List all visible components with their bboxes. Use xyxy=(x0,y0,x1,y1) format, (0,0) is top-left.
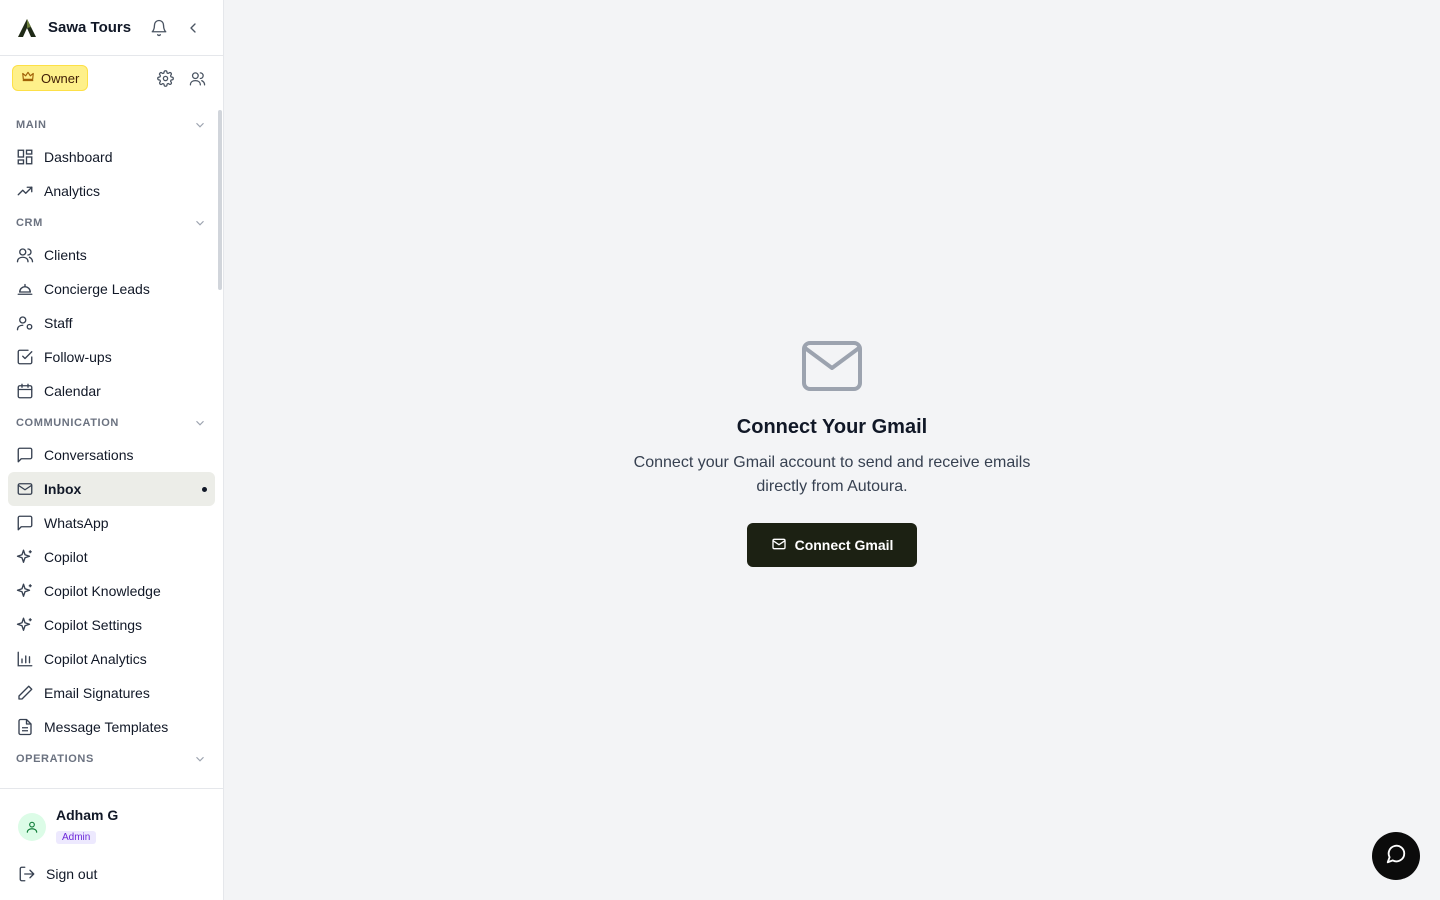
section-communication[interactable]: COMMUNICATION xyxy=(0,408,223,438)
section-crm[interactable]: CRM xyxy=(0,208,223,238)
section-operations[interactable]: OPERATIONS xyxy=(0,744,223,774)
chevron-down-icon xyxy=(196,220,204,226)
sidebar-item-copilot-settings[interactable]: Copilot Settings xyxy=(8,608,215,642)
chevron-down-icon xyxy=(196,122,204,128)
user-avatar-icon xyxy=(18,813,46,841)
dashboard-icon xyxy=(16,148,34,166)
concierge-bell-icon xyxy=(16,280,34,298)
owner-badge[interactable]: Owner xyxy=(12,65,89,91)
users-icon xyxy=(16,246,34,264)
chevron-down-icon xyxy=(196,420,204,426)
owner-label: Owner xyxy=(41,70,80,86)
user-profile[interactable]: Adham G Admin xyxy=(18,807,118,845)
chat-bubble-icon xyxy=(1385,843,1407,870)
sidebar-item-copilot[interactable]: Copilot xyxy=(8,540,215,574)
message-square-icon xyxy=(16,446,34,464)
sparkles-icon xyxy=(16,582,34,600)
sidebar: Sawa Tours Owner MAIN Dashboard Analytic… xyxy=(0,0,224,900)
connect-gmail-button[interactable]: Connect Gmail xyxy=(747,523,917,567)
sidebar-nav: MAIN Dashboard Analytics CRM Clients Con… xyxy=(0,110,223,788)
chevron-down-icon xyxy=(196,756,204,762)
mail-icon xyxy=(771,536,787,555)
brand-logo[interactable] xyxy=(16,17,38,39)
calendar-icon xyxy=(16,382,34,400)
sidebar-item-staff[interactable]: Staff xyxy=(8,306,215,340)
chevron-left-icon[interactable] xyxy=(179,14,207,42)
users-icon[interactable] xyxy=(183,64,211,92)
log-out-icon xyxy=(18,865,36,883)
sidebar-item-inbox[interactable]: Inbox xyxy=(8,472,215,506)
mail-icon xyxy=(801,340,863,392)
user-name: Adham G xyxy=(56,807,119,823)
file-text-icon xyxy=(16,718,34,736)
sidebar-item-copilot-analytics[interactable]: Copilot Analytics xyxy=(8,642,215,676)
sidebar-item-whatsapp[interactable]: WhatsApp xyxy=(8,506,215,540)
gear-icon[interactable] xyxy=(151,64,179,92)
active-indicator-dot xyxy=(202,486,207,492)
sidebar-item-analytics[interactable]: Analytics xyxy=(8,174,215,208)
main-content: Connect Your Gmail Connect your Gmail ac… xyxy=(224,0,1440,900)
empty-state-title: Connect Your Gmail xyxy=(736,416,928,438)
sidebar-item-follow-ups[interactable]: Follow-ups xyxy=(8,340,215,374)
mail-icon xyxy=(16,480,34,498)
sidebar-scrollbar[interactable] xyxy=(218,110,222,290)
sidebar-item-email-signatures[interactable]: Email Signatures xyxy=(8,676,215,710)
sidebar-item-clients[interactable]: Clients xyxy=(8,238,215,272)
crown-icon xyxy=(21,70,35,87)
user-cog-icon xyxy=(16,314,34,332)
brand-name: Sawa Tours xyxy=(48,19,132,36)
sidebar-item-dashboard[interactable]: Dashboard xyxy=(8,140,215,174)
sparkles-icon xyxy=(16,548,34,566)
sidebar-item-calendar[interactable]: Calendar xyxy=(8,374,215,408)
checkbox-icon xyxy=(16,348,34,366)
chat-support-button[interactable] xyxy=(1372,832,1420,880)
pen-icon xyxy=(16,684,34,702)
brand-bar: Sawa Tours xyxy=(0,0,223,56)
sidebar-item-message-templates[interactable]: Message Templates xyxy=(8,710,215,744)
role-bar: Owner xyxy=(0,56,223,100)
trending-up-icon xyxy=(16,182,34,200)
empty-state-description: Connect your Gmail account to send and r… xyxy=(633,454,1031,495)
message-square-icon xyxy=(16,514,34,532)
admin-badge: Admin xyxy=(56,831,97,844)
bell-icon[interactable] xyxy=(145,14,173,42)
sidebar-item-copilot-knowledge[interactable]: Copilot Knowledge xyxy=(8,574,215,608)
sparkles-icon xyxy=(16,616,34,634)
sidebar-item-conversations[interactable]: Conversations xyxy=(8,438,215,472)
sidebar-item-concierge-leads[interactable]: Concierge Leads xyxy=(8,272,215,306)
user-area: Adham G Admin Sign out xyxy=(0,788,223,900)
empty-state: Connect Your Gmail Connect your Gmail ac… xyxy=(224,340,1440,567)
section-main[interactable]: MAIN xyxy=(0,110,223,140)
sign-out-button[interactable]: Sign out xyxy=(18,865,97,883)
connect-gmail-label: Connect Gmail xyxy=(794,537,894,553)
bar-chart-icon xyxy=(16,650,34,668)
